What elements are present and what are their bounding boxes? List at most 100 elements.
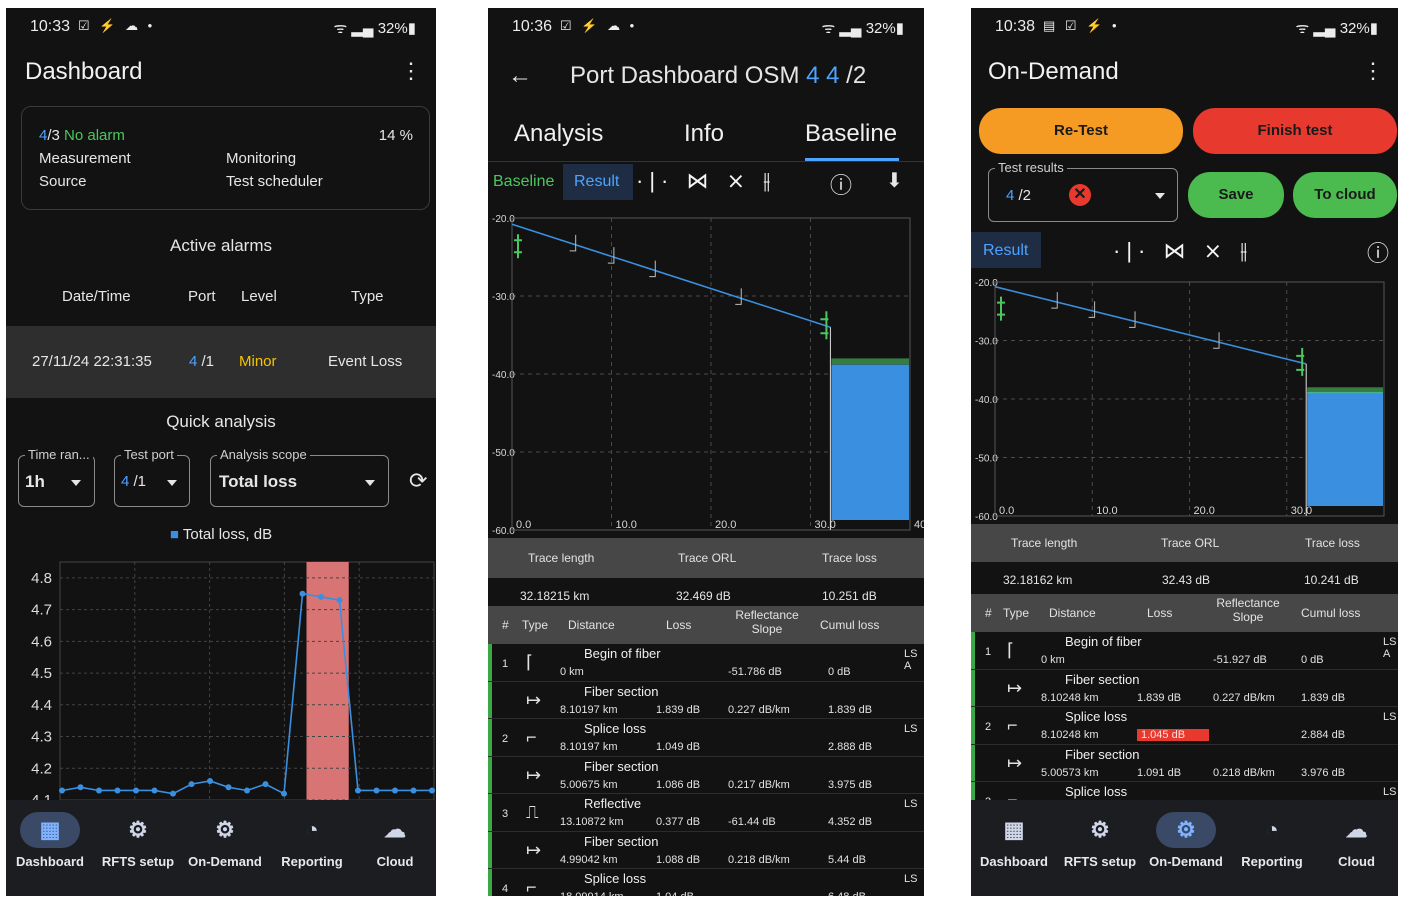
event-distance: 8.10248 km: [1041, 691, 1099, 704]
back-arrow-icon[interactable]: ←: [508, 62, 532, 90]
event-title: Begin of fiber: [1065, 634, 1142, 649]
clear-icon[interactable]: ✕: [1069, 184, 1091, 206]
fiber-trace-line: [511, 223, 831, 328]
event-row[interactable]: 2 ⌐ Splice loss 8.10197 km 1.049 dB 2.888 dB L…: [488, 719, 924, 757]
status-icons: ▤ ☑ ⚡ •: [1043, 18, 1120, 33]
data-point: [59, 787, 65, 794]
summary-port: 4/3 No alarm: [39, 127, 125, 144]
alarm-row[interactable]: 27/11/24 22:31:35 4 /1 Minor Event Loss: [6, 326, 436, 398]
event-loss: 1.045 dB: [1137, 729, 1210, 741]
event-row[interactable]: ↦ Fiber section 5.00573 km 1.091 dB 0.218 dB…: [971, 744, 1398, 782]
status-bar: 10:33 ☑ ⚡ ☁ • ᯤ ▂▄ 32%▮: [6, 8, 436, 48]
trace-tools[interactable]: ·|· ⋈ ⨯ ⫲: [1113, 238, 1253, 264]
page-title: Port Dashboard OSM 4 4 /2: [570, 62, 867, 89]
event-row[interactable]: ↦ Fiber section 5.00675 km 1.086 dB 0.217 dB…: [488, 756, 924, 794]
event-type-icon: ⌐: [1007, 715, 1018, 735]
nav-reporting[interactable]: ◔ Reporting: [1229, 812, 1315, 869]
nav-reporting[interactable]: ◔ Reporting: [268, 812, 356, 869]
test-results-value: 4 /2: [1006, 187, 1032, 204]
retest-button[interactable]: Re-Test: [979, 108, 1183, 154]
nav-cloud[interactable]: ☁ Cloud: [1315, 812, 1398, 869]
event-table-header: # Type Distance Loss Reflectance Slope C…: [488, 606, 924, 644]
tab-info[interactable]: Info: [684, 120, 724, 148]
finish-test-button[interactable]: Finish test: [1193, 108, 1397, 154]
event-flag: LS A: [904, 648, 918, 672]
event-tools-icon[interactable]: ·|· ⋈ ⨯ ⫲: [1113, 238, 1253, 263]
event-cumul-loss: 0 dB: [828, 666, 851, 678]
event-distance: 0 km: [1041, 654, 1065, 666]
data-point: [392, 787, 398, 794]
cloud-icon: ☁: [1345, 817, 1368, 842]
data-point: [133, 787, 139, 794]
data-point: [114, 787, 121, 794]
event-number: 2: [502, 733, 509, 745]
event-row[interactable]: 2 ⌐ Splice loss 8.10248 km 1.045 dB 2.884 dB L…: [971, 707, 1398, 745]
event-loss: 1.049 dB: [656, 741, 701, 753]
alarm-port: 4 /1: [189, 353, 215, 370]
event-type-icon: ↦: [1007, 752, 1023, 773]
to-cloud-button[interactable]: To cloud: [1293, 172, 1397, 218]
alarm-status: No alarm: [64, 127, 125, 144]
save-button[interactable]: Save: [1188, 172, 1284, 218]
event-loss: 1.04 dB: [656, 891, 694, 896]
trace-summary-values: 32.18162 km 32.43 dB 10.241 dB: [1003, 573, 1359, 587]
event-row[interactable]: 1 ⌈ Begin of fiber 0 km -51.927 dB 0 dB LS A: [971, 632, 1398, 670]
nav-on-demand[interactable]: ⚙ On-Demand: [1143, 812, 1229, 869]
alarm-datetime: 27/11/24 22:31:35: [32, 353, 152, 370]
event-row[interactable]: ↦ Fiber section 8.10197 km 1.839 dB 0.227 dB…: [488, 681, 924, 719]
trace-tools[interactable]: ·|· ⋈ ⨯ ⫲: [636, 168, 776, 194]
summary-card[interactable]: 4/3 No alarm 14 % Measurement Source Mon…: [21, 106, 430, 210]
event-row[interactable]: ↦ Fiber section 4.99042 km 1.088 dB 0.218 dB…: [488, 831, 924, 869]
chart-legend: ■ Total loss, dB: [169, 526, 273, 543]
chevron-down-icon: [1155, 193, 1165, 199]
tab-baseline[interactable]: Baseline: [805, 120, 897, 148]
test-results-select[interactable]: Test results 4 /2 ✕: [988, 160, 1178, 222]
event-row[interactable]: ↦ Fiber section 8.10248 km 1.839 dB 0.227 dB…: [971, 669, 1398, 707]
event-title: Reflective: [584, 796, 642, 811]
page-title: Dashboard: [25, 58, 143, 85]
info-icon[interactable]: ⓘ: [1367, 236, 1389, 268]
refresh-icon[interactable]: ⟳: [409, 468, 427, 494]
test-port-select[interactable]: Test port 4 /1: [114, 447, 190, 507]
nav-on-demand[interactable]: ⚙ On-Demand: [181, 812, 269, 869]
nav-dashboard[interactable]: ▦ Dashboard: [6, 812, 94, 869]
status-bar: 10:38 ▤ ☑ ⚡ • ᯤ ▂▄ 32%▮: [971, 8, 1398, 48]
event-distance: 0 km: [560, 666, 584, 678]
analysis-scope-select[interactable]: Analysis scope Total loss: [210, 447, 389, 507]
event-row[interactable]: 1 ⌈ Begin of fiber 0 km -51.786 dB 0 dB LS A: [488, 644, 924, 682]
nav-rfts-setup[interactable]: ⚙ RFTS setup: [94, 812, 182, 869]
nav-dashboard[interactable]: ▦ Dashboard: [971, 812, 1057, 869]
tab-analysis[interactable]: Analysis: [514, 120, 603, 148]
nav-cloud[interactable]: ☁ Cloud: [354, 812, 436, 869]
chevron-down-icon: [71, 480, 81, 486]
chevron-down-icon: [167, 480, 177, 486]
row-accent-bar: [971, 632, 975, 669]
event-row[interactable]: 4 ⌐ Splice loss 18.09914 km 1.04 dB 6.48 dB LS: [488, 869, 924, 896]
info-icon[interactable]: ⓘ: [830, 168, 852, 200]
otdr-trace-chart: -20.0-30.0-40.0-50.0-60.00.0 10.0 20.0 30.0: [975, 278, 1385, 523]
event-flag: LS: [904, 873, 918, 885]
subtab-result[interactable]: Result: [563, 164, 633, 200]
more-menu-icon[interactable]: ⋮: [400, 60, 422, 82]
event-distance: 13.10872 km: [560, 816, 624, 828]
noise-floor-edge: [831, 358, 909, 365]
more-menu-icon[interactable]: ⋮: [1362, 60, 1384, 82]
monitoring-label: Monitoring: [226, 150, 297, 167]
reporting-icon: ◔: [305, 817, 319, 842]
x-tick-label: 10.0: [616, 519, 637, 531]
time-range-select[interactable]: Time ran... 1h: [18, 447, 95, 507]
subtab-result[interactable]: Result: [971, 232, 1041, 268]
data-point: [188, 781, 195, 788]
subtab-baseline[interactable]: Baseline: [493, 173, 554, 191]
event-distance: 8.10248 km: [1041, 729, 1099, 741]
event-row[interactable]: 3 ⎍ Reflective 13.10872 km 0.377 dB -61.44 dB…: [488, 794, 924, 832]
data-point: [410, 787, 417, 794]
event-cumul-loss: 3.975 dB: [828, 778, 873, 791]
otdr-trace-chart: -20.0-30.0-40.0-50.0-60.00.0 10.0 20.0 30.0…: [492, 214, 924, 537]
event-tools-icon[interactable]: ·|· ⋈ ⨯ ⫲: [636, 168, 776, 193]
event-reflectance: 0.227 dB/km: [1213, 691, 1275, 704]
download-icon[interactable]: ⬇: [886, 168, 903, 193]
page-title: On-Demand: [988, 58, 1119, 85]
nav-rfts-setup[interactable]: ⚙ RFTS setup: [1057, 812, 1143, 869]
event-flag: LS: [1383, 786, 1397, 798]
